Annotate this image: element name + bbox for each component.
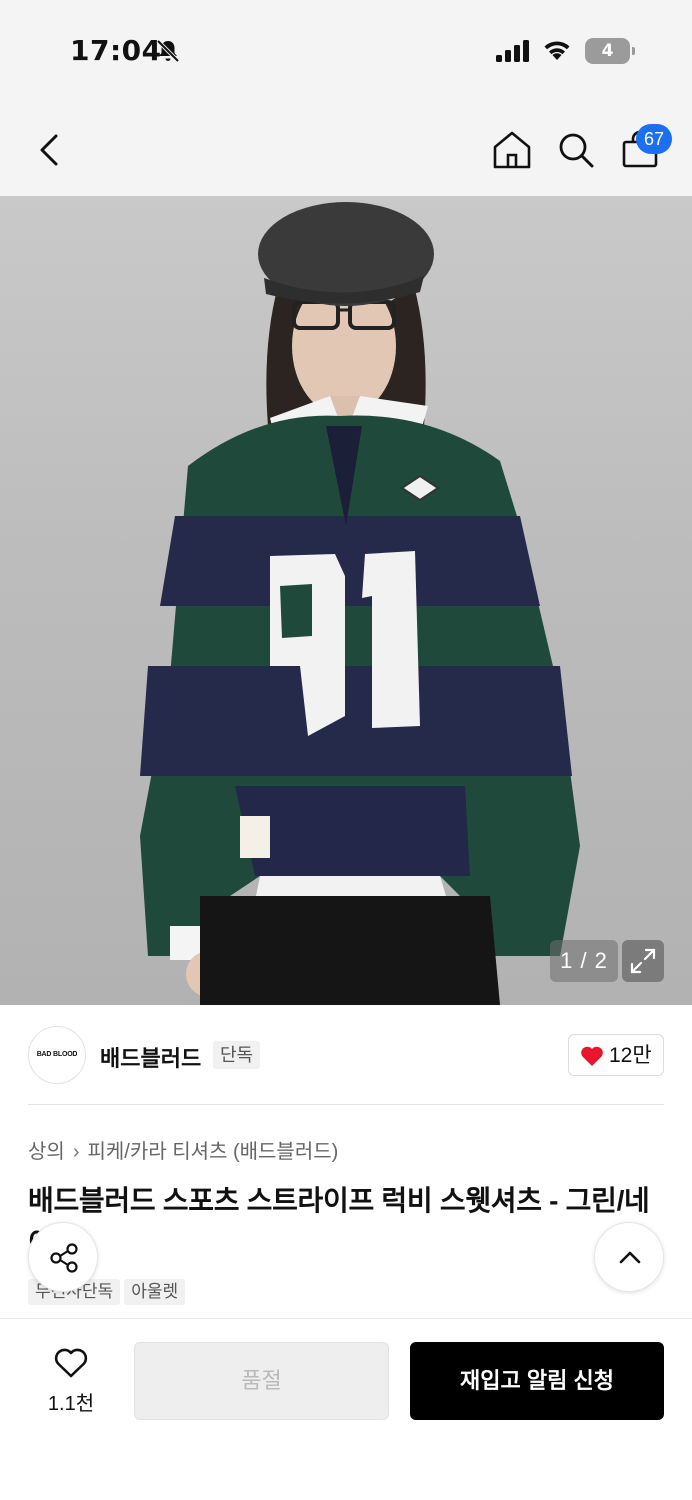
brand-like-button[interactable]: 12만 — [568, 1034, 664, 1076]
scroll-top-button[interactable] — [594, 1222, 664, 1292]
soldout-button: 품절 — [134, 1342, 389, 1420]
heart-filled-icon — [581, 1046, 603, 1066]
breadcrumb: 상의 › 피케/카라 티셔츠 (배드블러드) — [28, 1135, 338, 1164]
bottom-action-bar: 1.1천 품절 재입고 알림 신청 — [0, 1318, 692, 1500]
expand-icon[interactable] — [622, 940, 664, 982]
product-image[interactable] — [0, 196, 692, 1005]
battery-level: 4 — [585, 38, 630, 64]
status-bar: 17:04 4 — [0, 0, 692, 100]
chevron-up-icon — [619, 1251, 641, 1264]
cart-count-badge: 67 — [636, 124, 672, 154]
share-button[interactable] — [28, 1222, 98, 1292]
back-arrow-icon[interactable] — [30, 128, 70, 172]
bell-off-icon — [156, 39, 180, 63]
tag-outlet: 아울렛 — [124, 1279, 186, 1305]
wifi-icon — [544, 41, 570, 60]
home-icon[interactable] — [490, 128, 534, 172]
heart-outline-icon — [54, 1348, 88, 1378]
search-icon[interactable] — [554, 128, 598, 172]
brand-like-count: 12만 — [609, 1044, 652, 1067]
brand-logo[interactable]: BAD BLOOD — [28, 1026, 86, 1084]
restock-alert-button[interactable]: 재입고 알림 신청 — [410, 1342, 664, 1420]
image-counter: 1 / 2 — [550, 940, 618, 982]
breadcrumb-category[interactable]: 상의 — [28, 1141, 65, 1163]
battery-tip — [632, 47, 635, 55]
divider — [28, 1104, 664, 1105]
model-photo — [140, 202, 580, 1005]
wishlist-button[interactable]: 1.1천 — [36, 1343, 106, 1419]
product-title: 배드블러드 스포츠 스트라이프 럭비 스웻셔츠 - 그린/네이비 — [28, 1185, 650, 1258]
top-navigation — [0, 100, 692, 196]
breadcrumb-subcategory[interactable]: 피케/카라 티셔츠 (배드블러드) — [87, 1141, 338, 1163]
status-time: 17:04 — [70, 34, 162, 67]
wishlist-count: 1.1천 — [47, 1393, 95, 1415]
cellular-signal-icon — [496, 40, 529, 62]
battery-indicator: 4 — [585, 38, 635, 64]
brand-name[interactable]: 배드블러드 — [100, 1041, 201, 1073]
brand-row: BAD BLOOD 배드블러드 단독 12만 — [0, 1005, 692, 1105]
share-icon — [50, 1243, 78, 1273]
chevron-right-icon: › — [72, 1141, 80, 1163]
brand-exclusive-tag: 단독 — [213, 1041, 261, 1069]
